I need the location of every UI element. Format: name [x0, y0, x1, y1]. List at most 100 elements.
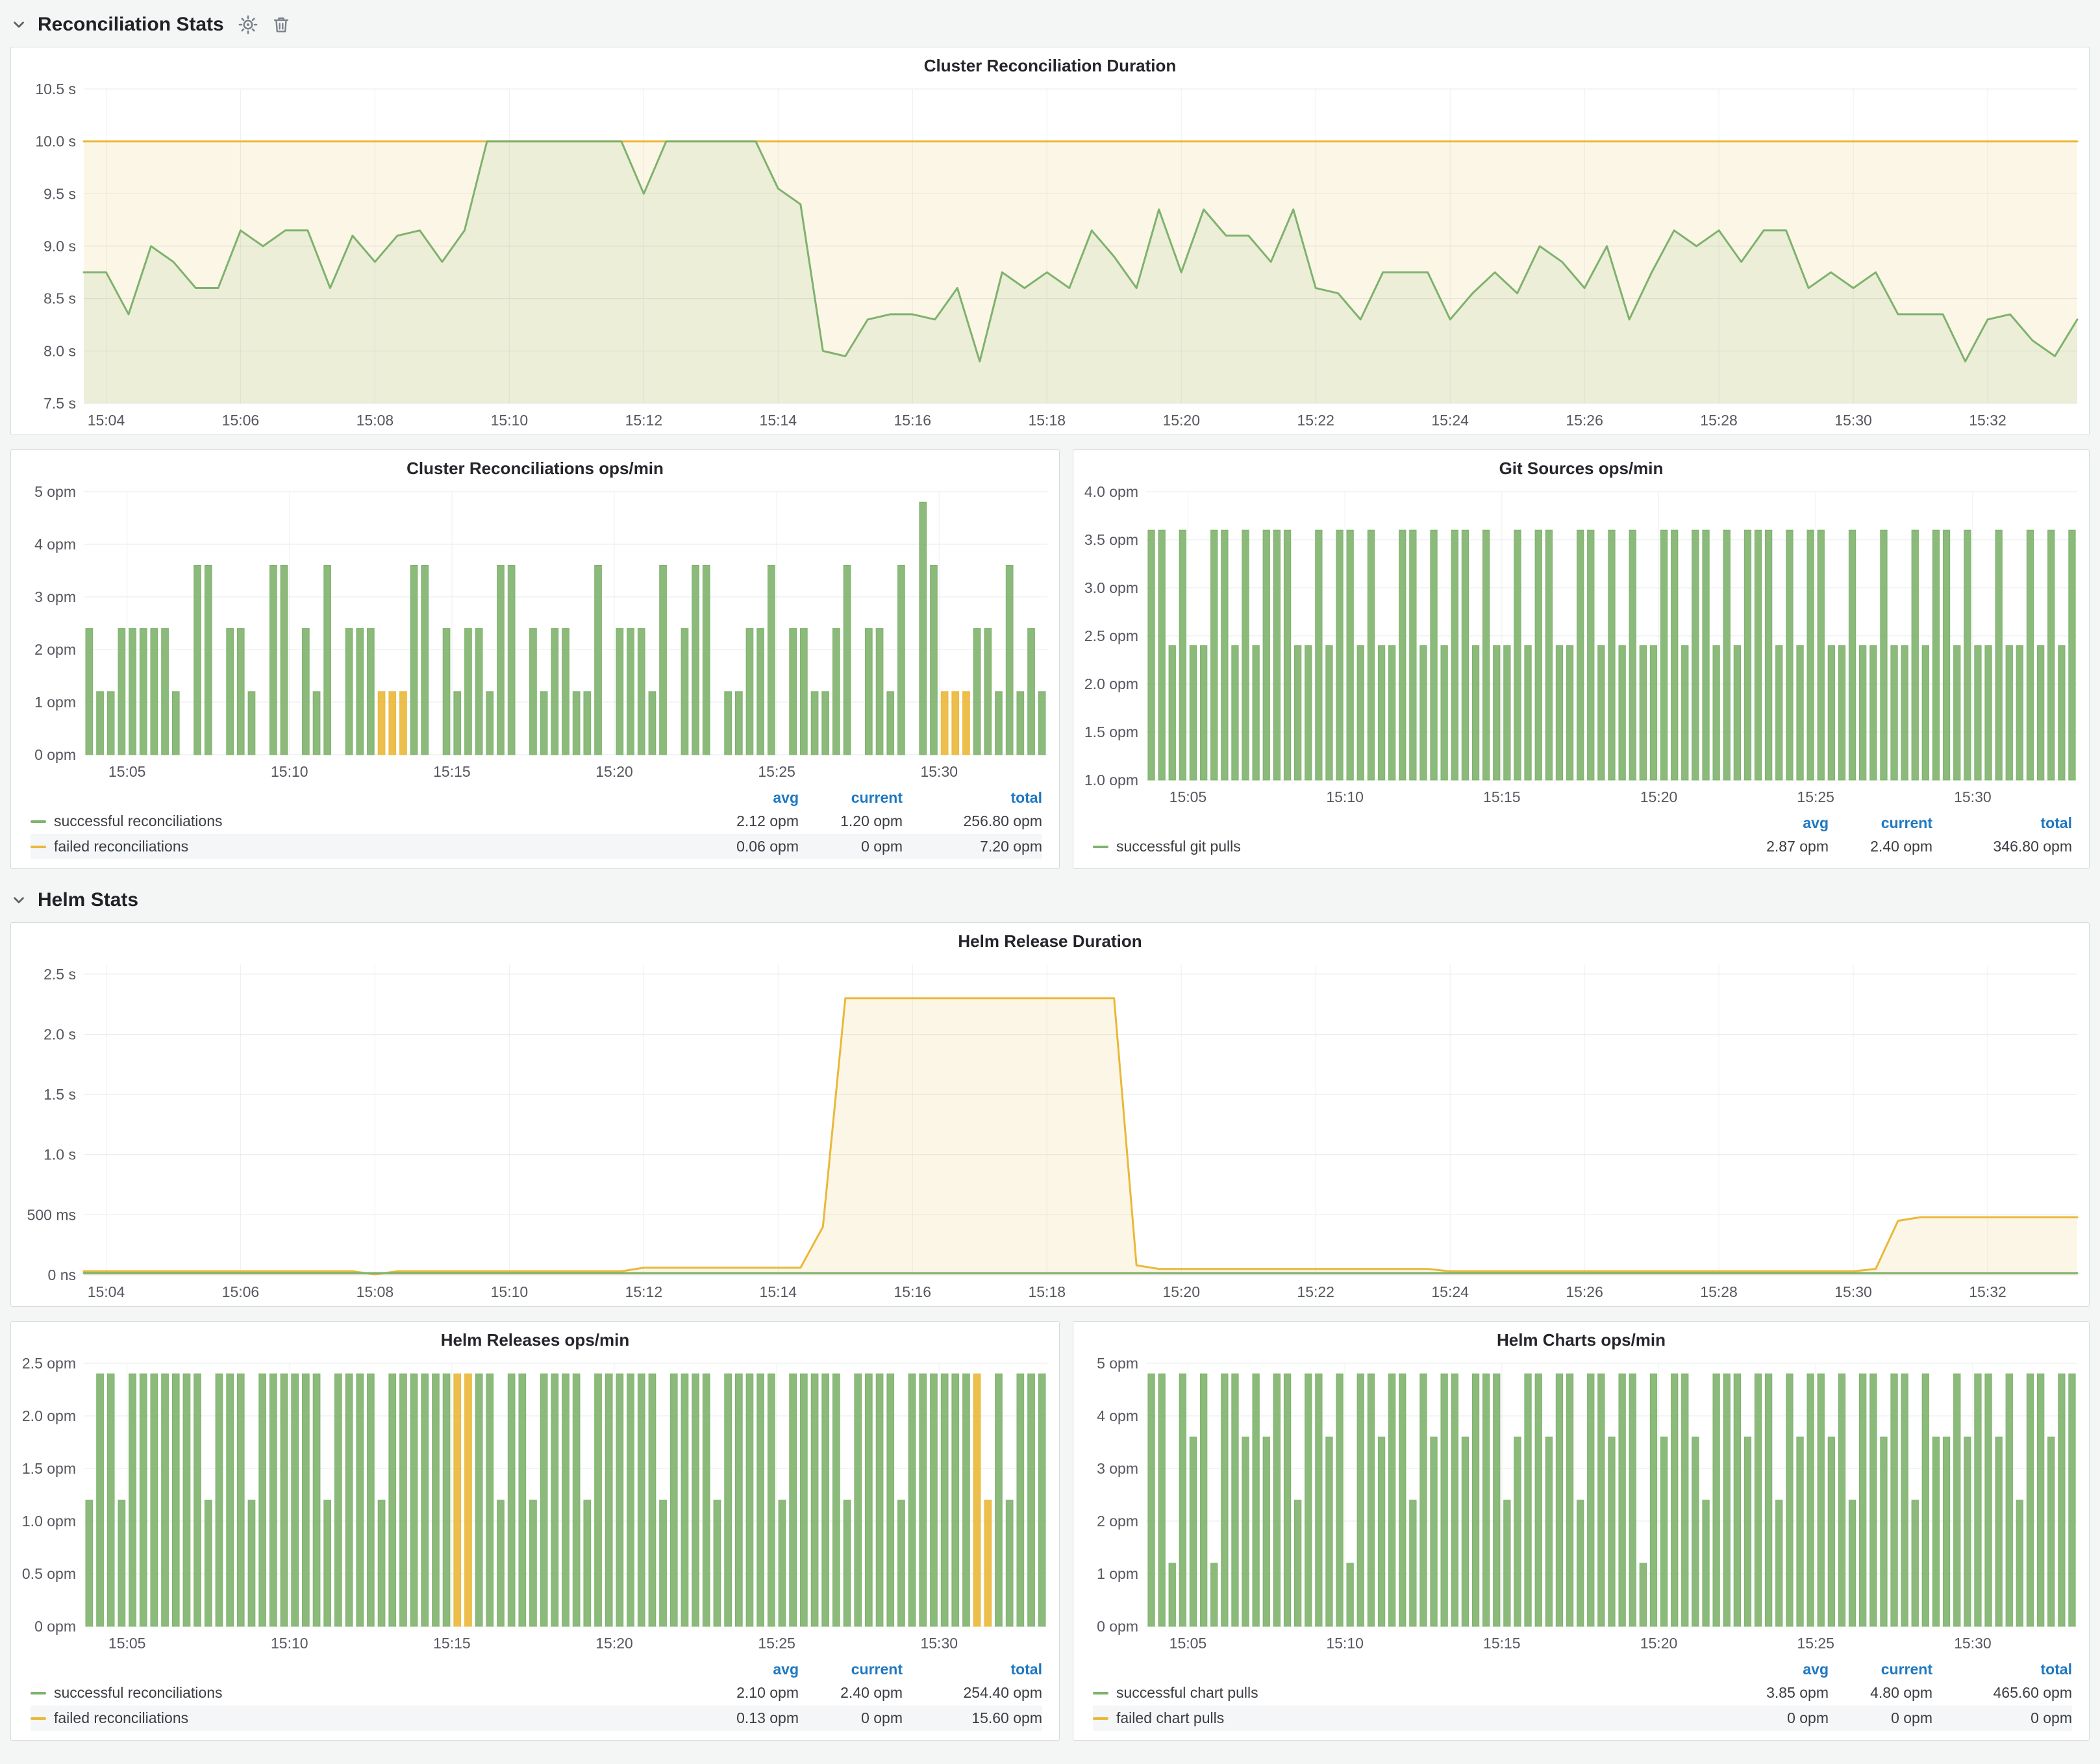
- legend-col-total[interactable]: total: [903, 789, 1042, 807]
- panel-helm-release-duration: Helm Release Duration 15:0415:0615:0815:…: [10, 922, 2090, 1307]
- series-color-dash: [31, 846, 46, 848]
- svg-text:15:30: 15:30: [920, 763, 958, 780]
- section-delete-button[interactable]: [272, 16, 290, 34]
- svg-text:3 opm: 3 opm: [1097, 1460, 1138, 1477]
- svg-text:0 ns: 0 ns: [48, 1266, 76, 1283]
- legend-total-value: 256.80 opm: [903, 813, 1042, 830]
- legend-col-total[interactable]: total: [1932, 814, 2072, 832]
- svg-text:5 opm: 5 opm: [1097, 1355, 1138, 1372]
- legend-series-label[interactable]: successful reconciliations: [31, 1684, 685, 1702]
- legend-row: successful reconciliations 2.12 opm 1.20…: [31, 809, 1042, 834]
- panel-title[interactable]: Helm Release Duration: [11, 923, 2089, 954]
- legend-avg-value: 2.12 opm: [685, 813, 799, 830]
- svg-text:15:30: 15:30: [1834, 412, 1872, 429]
- svg-text:15:28: 15:28: [1700, 1283, 1738, 1300]
- section-helm-stats: Helm Stats: [10, 883, 2090, 917]
- svg-text:2.0 opm: 2.0 opm: [22, 1407, 76, 1424]
- svg-text:8.0 s: 8.0 s: [44, 342, 76, 359]
- helm-release-duration-chart[interactable]: 15:0415:0615:0815:1015:1215:1415:1615:18…: [11, 954, 2089, 1306]
- section-title[interactable]: Reconciliation Stats: [38, 14, 224, 36]
- legend-total-value: 465.60 opm: [1932, 1684, 2072, 1702]
- panel-title[interactable]: Cluster Reconciliation Duration: [11, 47, 2089, 79]
- legend-series-label[interactable]: failed reconciliations: [31, 1709, 685, 1727]
- panel-title[interactable]: Git Sources ops/min: [1073, 450, 2089, 481]
- legend-current-value: 0 opm: [1829, 1709, 1932, 1727]
- svg-text:500 ms: 500 ms: [27, 1206, 76, 1223]
- legend-series-label[interactable]: failed chart pulls: [1093, 1709, 1715, 1727]
- legend-col-current[interactable]: current: [1829, 814, 1932, 832]
- legend-avg-value: 0.13 opm: [685, 1709, 799, 1727]
- section-settings-button[interactable]: [238, 15, 258, 34]
- helm-charts-ops-chart[interactable]: 15:0515:1015:1515:2015:2515:305 opm4 opm…: [1073, 1353, 2089, 1657]
- svg-text:15:20: 15:20: [595, 1635, 633, 1652]
- legend-col-avg[interactable]: avg: [1715, 814, 1829, 832]
- svg-text:15:10: 15:10: [271, 1635, 308, 1652]
- svg-text:5 opm: 5 opm: [34, 483, 76, 500]
- svg-text:15:30: 15:30: [920, 1635, 958, 1652]
- svg-text:1.0 opm: 1.0 opm: [1084, 772, 1138, 788]
- section-title[interactable]: Helm Stats: [38, 889, 138, 911]
- git-sources-ops-chart[interactable]: 15:0515:1015:1515:2015:2515:304.0 opm3.5…: [1073, 481, 2089, 811]
- svg-text:15:16: 15:16: [894, 1283, 932, 1300]
- legend-current-value: 2.40 opm: [1829, 838, 1932, 855]
- legend: avg current total successful reconciliat…: [11, 1657, 1059, 1740]
- svg-text:4 opm: 4 opm: [1097, 1407, 1138, 1424]
- svg-text:9.0 s: 9.0 s: [44, 238, 76, 255]
- svg-text:15:22: 15:22: [1297, 1283, 1334, 1300]
- legend-row: successful chart pulls 3.85 opm 4.80 opm…: [1093, 1680, 2072, 1706]
- legend-series-name: failed reconciliations: [54, 838, 188, 855]
- svg-text:15:06: 15:06: [222, 412, 260, 429]
- svg-text:15:24: 15:24: [1431, 412, 1469, 429]
- legend-avg-value: 3.85 opm: [1715, 1684, 1829, 1702]
- svg-text:0 opm: 0 opm: [1097, 1618, 1138, 1635]
- legend-series-label[interactable]: successful git pulls: [1093, 838, 1715, 855]
- svg-text:2.0 s: 2.0 s: [44, 1026, 76, 1042]
- chevron-down-icon: [10, 16, 27, 33]
- legend-header-row: avg current total: [31, 787, 1042, 809]
- section-collapse-toggle[interactable]: [10, 16, 27, 33]
- series-color-dash: [31, 820, 46, 823]
- panel-title[interactable]: Cluster Reconciliations ops/min: [11, 450, 1059, 481]
- legend-col-current[interactable]: current: [799, 1661, 903, 1678]
- helm-releases-ops-chart[interactable]: 15:0515:1015:1515:2015:2515:302.5 opm2.0…: [11, 1353, 1059, 1657]
- svg-text:15:20: 15:20: [1640, 788, 1678, 805]
- legend-col-current[interactable]: current: [799, 789, 903, 807]
- svg-text:15:25: 15:25: [758, 1635, 795, 1652]
- series-color-dash: [31, 1692, 46, 1695]
- legend-series-label[interactable]: successful reconciliations: [31, 813, 685, 830]
- series-color-dash: [31, 1717, 46, 1720]
- legend-col-avg[interactable]: avg: [685, 789, 799, 807]
- svg-text:2.5 opm: 2.5 opm: [1084, 627, 1138, 644]
- section-collapse-toggle[interactable]: [10, 892, 27, 909]
- svg-text:3.0 opm: 3.0 opm: [1084, 579, 1138, 596]
- legend-col-total[interactable]: total: [1932, 1661, 2072, 1678]
- legend-series-label[interactable]: failed reconciliations: [31, 838, 685, 855]
- panel-title[interactable]: Helm Charts ops/min: [1073, 1322, 2089, 1353]
- legend-col-current[interactable]: current: [1829, 1661, 1932, 1678]
- legend-row: failed chart pulls 0 opm 0 opm 0 opm: [1093, 1706, 2072, 1731]
- svg-text:15:28: 15:28: [1700, 412, 1738, 429]
- svg-text:15:04: 15:04: [88, 1283, 125, 1300]
- legend-col-total[interactable]: total: [903, 1661, 1042, 1678]
- legend-avg-value: 0.06 opm: [685, 838, 799, 855]
- svg-text:15:26: 15:26: [1566, 412, 1603, 429]
- legend-series-name: successful reconciliations: [54, 1684, 223, 1702]
- svg-text:15:20: 15:20: [1640, 1635, 1678, 1652]
- svg-text:15:08: 15:08: [356, 1283, 394, 1300]
- svg-text:15:14: 15:14: [760, 412, 797, 429]
- panel-title[interactable]: Helm Releases ops/min: [11, 1322, 1059, 1353]
- legend-col-avg[interactable]: avg: [685, 1661, 799, 1678]
- legend: avg current total successful chart pulls…: [1073, 1657, 2089, 1740]
- svg-text:15:10: 15:10: [271, 763, 308, 780]
- legend-series-name: failed chart pulls: [1116, 1709, 1224, 1727]
- chevron-down-icon: [10, 892, 27, 909]
- legend-header-row: avg current total: [1093, 813, 2072, 834]
- legend-series-label[interactable]: successful chart pulls: [1093, 1684, 1715, 1702]
- cluster-reconciliations-ops-chart[interactable]: 15:0515:1015:1515:2015:2515:305 opm4 opm…: [11, 481, 1059, 786]
- legend-col-avg[interactable]: avg: [1715, 1661, 1829, 1678]
- cluster-reconciliation-duration-chart[interactable]: 15:0415:0615:0815:1015:1215:1415:1615:18…: [11, 79, 2089, 435]
- legend-current-value: 4.80 opm: [1829, 1684, 1932, 1702]
- svg-text:3 opm: 3 opm: [34, 588, 76, 605]
- svg-text:15:15: 15:15: [433, 1635, 471, 1652]
- legend: avg current total successful git pulls 2…: [1073, 811, 2089, 868]
